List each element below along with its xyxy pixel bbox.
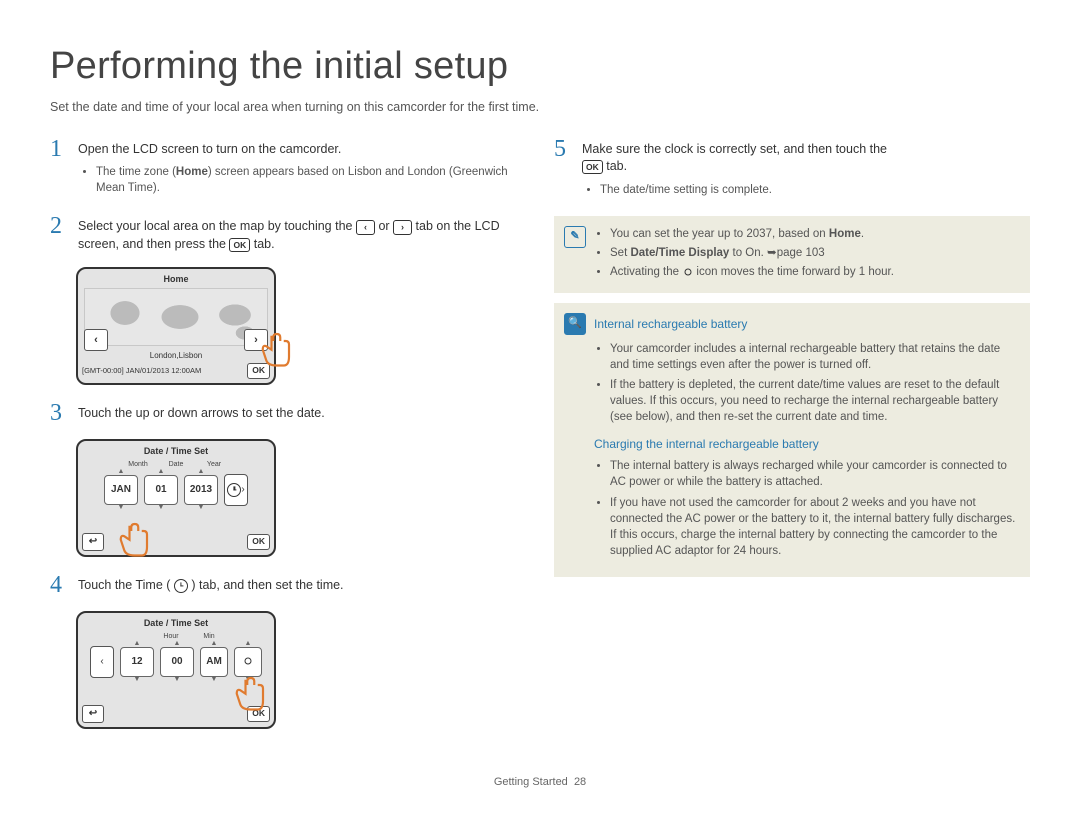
page-subtitle: Set the date and time of your local area… (50, 99, 1030, 117)
step4-text-b: ) tab, and then set the time. (191, 578, 343, 592)
date-spinner[interactable]: 01 (144, 475, 178, 505)
location-text: London,Lisbon (82, 350, 270, 361)
step-3: 3 Touch the up or down arrows to set the… (50, 401, 526, 425)
clock-icon (174, 579, 188, 593)
note1: You can set the year up to 2037, based o… (610, 226, 894, 242)
step2-text-a: Select your local area on the map by tou… (78, 219, 356, 233)
hour-spinner[interactable]: 12 (120, 647, 154, 677)
step-body: Touch the up or down arrows to set the d… (78, 401, 526, 425)
step-4: 4 Touch the Time ( ) tab, and then set t… (50, 573, 526, 597)
step-body: Touch the Time ( ) tab, and then set the… (78, 573, 526, 597)
step-body: Select your local area on the map by tou… (78, 214, 526, 253)
back-button[interactable]: ↩ (82, 705, 104, 723)
ok-icon: OK (229, 238, 250, 252)
sun-icon (243, 656, 254, 667)
text: Activating the (610, 266, 682, 278)
world-map (84, 288, 268, 346)
page-ref: page 103 (777, 247, 825, 259)
info-bullet: If the battery is depleted, the current … (610, 377, 1018, 425)
step-body: Make sure the clock is correctly set, an… (582, 137, 1030, 202)
gmt-text: [GMT-00:00] JAN/01/2013 12:00AM (82, 366, 201, 377)
footer-section: Getting Started (494, 776, 568, 788)
step-number: 2 (50, 214, 68, 253)
step-number: 3 (50, 401, 68, 425)
step-1: 1 Open the LCD screen to turn on the cam… (50, 137, 526, 201)
device-time-screen: Date / Time Set Hour Min ‹ 12 00 AM ↩ OK (76, 611, 276, 729)
clock-icon (227, 483, 241, 497)
sun-icon (682, 266, 693, 277)
info-block: 🔍 Internal rechargeable battery Your cam… (554, 303, 1030, 577)
pointer-hand-icon (254, 327, 296, 369)
text: . (861, 228, 864, 240)
info-head: 🔍 Internal rechargeable battery (564, 313, 1018, 335)
device-title: Date / Time Set (82, 445, 270, 458)
step3-text: Touch the up or down arrows to set the d… (78, 406, 325, 420)
note-box: ✎ You can set the year up to 2037, based… (554, 216, 1030, 293)
step5-bullet: The date/time setting is complete. (600, 182, 1030, 198)
arrow-right-icon: › (393, 220, 412, 235)
text: to On. (729, 247, 767, 259)
ok-icon: OK (582, 160, 603, 174)
step2-text-d: tab. (254, 237, 275, 251)
page-footer: Getting Started 28 (50, 775, 1030, 790)
right-column: 5 Make sure the clock is correctly set, … (554, 137, 1030, 746)
info-bullet: If you have not used the camcorder for a… (610, 495, 1018, 559)
pointer-hand-icon (228, 671, 270, 713)
info-title-2: Charging the internal rechargeable batte… (594, 436, 1018, 453)
content-columns: 1 Open the LCD screen to turn on the cam… (50, 137, 1030, 746)
pointer-hand-icon (112, 517, 154, 559)
min-spinner[interactable]: 00 (160, 647, 194, 677)
arrow-left-icon: ‹ (356, 220, 375, 235)
step4-text-a: Touch the Time ( (78, 578, 174, 592)
text: icon moves the time forward by 1 hour. (693, 266, 894, 278)
info-bullet: The internal battery is always recharged… (610, 458, 1018, 490)
step-number: 5 (554, 137, 572, 202)
page-title: Performing the initial setup (50, 40, 1030, 93)
info-list-2: The internal battery is always recharged… (564, 458, 1018, 559)
note2: Set Date/Time Display to On. ➥page 103 (610, 245, 894, 261)
note3: Activating the icon moves the time forwa… (610, 264, 894, 280)
clock-tab-button[interactable]: › (224, 474, 248, 506)
text-bold: Home (829, 228, 861, 240)
text: You can set the year up to 2037, based o… (610, 228, 829, 240)
step1-text: Open the LCD screen to turn on the camco… (78, 142, 341, 156)
text: The time zone ( (96, 166, 176, 178)
text-bold: Home (176, 166, 208, 178)
device-title: Date / Time Set (82, 617, 270, 630)
footer-page-number: 28 (574, 776, 586, 788)
back-button[interactable]: ↩ (82, 533, 104, 551)
magnifier-icon: 🔍 (564, 313, 586, 335)
step5-text-b: tab. (606, 159, 627, 173)
text: Set (610, 247, 630, 259)
text-bold: Date/Time Display (630, 247, 729, 259)
info-title-1: Internal rechargeable battery (594, 316, 747, 333)
field-row: JAN 01 2013 › (82, 474, 270, 506)
step2-text-b: or (378, 219, 393, 233)
info-list-1: Your camcorder includes a internal recha… (564, 341, 1018, 425)
info-bullet: Your camcorder includes a internal recha… (610, 341, 1018, 373)
step-2: 2 Select your local area on the map by t… (50, 214, 526, 253)
device-home-screen: Home ‹ › London,Lisbon [GMT-00:00] JAN/0… (76, 267, 276, 385)
nav-left-button[interactable]: ‹ (84, 329, 108, 351)
calendar-tab-button[interactable]: ‹ (90, 646, 114, 678)
left-column: 1 Open the LCD screen to turn on the cam… (50, 137, 526, 746)
device-title: Home (82, 273, 270, 286)
step-5: 5 Make sure the clock is correctly set, … (554, 137, 1030, 202)
step-body: Open the LCD screen to turn on the camco… (78, 137, 526, 201)
step5-text-a: Make sure the clock is correctly set, an… (582, 142, 887, 156)
step-number: 1 (50, 137, 68, 201)
ampm-spinner[interactable]: AM (200, 647, 228, 677)
year-spinner[interactable]: 2013 (184, 475, 218, 505)
note-icon: ✎ (564, 226, 586, 248)
month-spinner[interactable]: JAN (104, 475, 138, 505)
step-number: 4 (50, 573, 68, 597)
step1-bullet: The time zone (Home) screen appears base… (96, 164, 526, 196)
ok-button[interactable]: OK (247, 534, 270, 550)
device-date-screen: Date / Time Set Month Date Year JAN 01 2… (76, 439, 276, 557)
